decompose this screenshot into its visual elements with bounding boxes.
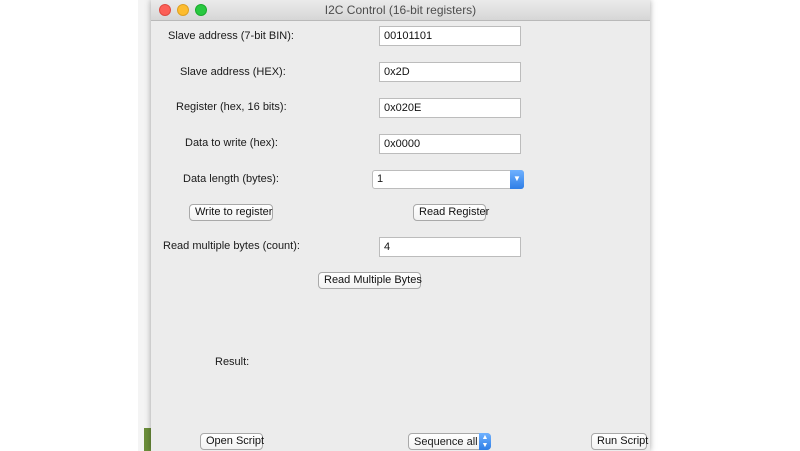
data-to-write-field[interactable]: 0x0000 (379, 134, 521, 154)
window-title: I2C Control (16-bit registers) (324, 3, 477, 17)
sequence-value: Sequence all (414, 436, 478, 448)
slave-address-hex-label: Slave address (HEX): (180, 66, 286, 78)
background-window-edge (138, 0, 152, 451)
up-down-chevron-icon[interactable]: ▲ ▼ (479, 433, 491, 450)
read-multiple-count-field[interactable]: 4 (379, 237, 521, 257)
data-to-write-label: Data to write (hex): (185, 137, 278, 149)
data-length-value: 1 (377, 173, 384, 185)
read-register-button[interactable]: Read Register (413, 204, 489, 221)
read-multiple-bytes-button[interactable]: Read Multiple Bytes (318, 272, 422, 289)
sequence-popup-button[interactable]: Sequence all ▲ ▼ (408, 433, 491, 450)
read-multiple-count-label: Read multiple bytes (count): (163, 240, 300, 252)
data-length-label: Data length (bytes): (183, 173, 279, 185)
write-to-register-button[interactable]: Write to register (189, 204, 273, 221)
open-script-button[interactable]: Open Script (200, 433, 264, 450)
slave-address-bin-field[interactable]: 00101101 (379, 26, 521, 46)
register-label: Register (hex, 16 bits): (176, 101, 287, 113)
slave-address-hex-field[interactable]: 0x2D (379, 62, 521, 82)
run-script-button[interactable]: Run Script (591, 433, 648, 450)
result-label: Result: (215, 356, 250, 368)
slave-address-bin-label: Slave address (7-bit BIN): (168, 30, 294, 42)
chevron-down-icon[interactable]: ▼ (510, 170, 524, 189)
register-field[interactable]: 0x020E (379, 98, 521, 118)
data-length-combobox[interactable]: 1 ▼ (372, 170, 524, 189)
title-bar[interactable]: I2C Control (16-bit registers) (151, 0, 650, 21)
background-area-right (650, 0, 800, 451)
i2c-control-window: I2C Control (16-bit registers) Slave add… (151, 0, 650, 451)
